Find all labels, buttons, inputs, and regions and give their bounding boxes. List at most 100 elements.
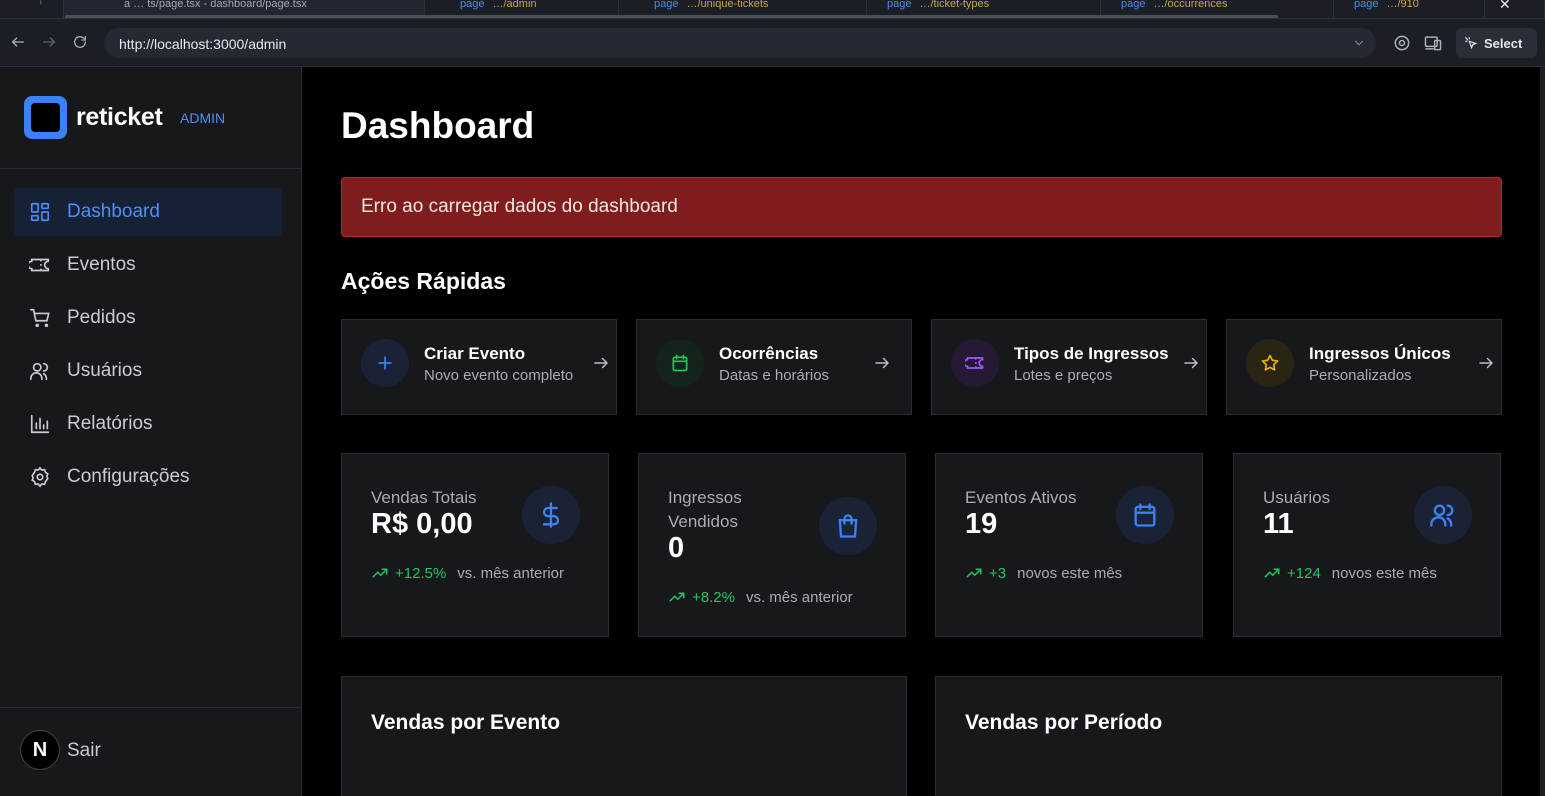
reload-button[interactable]: [70, 32, 90, 52]
quick-action-ingressos-unicos[interactable]: Ingressos Únicos Personalizados: [1226, 319, 1502, 415]
bar-chart-icon: [30, 414, 50, 434]
browser-tab[interactable]: page …/910: [1334, 0, 1485, 18]
quick-action-tipos-ingressos[interactable]: Tipos de Ingressos Lotes e preços: [931, 319, 1207, 415]
arrow-right-icon: [43, 37, 56, 47]
cart-icon: [30, 308, 50, 328]
page-scrollbar[interactable]: [1540, 67, 1545, 796]
sidebar-item-eventos[interactable]: Eventos: [14, 241, 282, 289]
stat-label: Ingressos Vendidos: [668, 488, 742, 531]
stat-label: Usuários: [1263, 488, 1331, 507]
panel-title: Vendas por Evento: [371, 711, 561, 734]
close-tab-button[interactable]: ✕: [1485, 0, 1545, 18]
gear-icon: [31, 466, 49, 488]
sidebar-footer: N Sair: [0, 707, 301, 796]
quick-action-ocorrencias[interactable]: Ocorrências Datas e horários: [636, 319, 912, 415]
users-icon: [30, 362, 49, 381]
stat-card-usuarios: Usuários 11 +124 novos este mês: [1233, 453, 1501, 637]
trend-value: +3: [989, 564, 1007, 582]
sidebar-nav: Dashboard Eventos Pedidos Usuários Relat…: [14, 188, 282, 506]
logo[interactable]: [24, 96, 67, 139]
back-button[interactable]: [8, 32, 28, 52]
stat-label: Vendas Totais: [371, 488, 477, 507]
trend-value: +12.5%: [395, 564, 447, 582]
chevron-down-icon[interactable]: [1352, 36, 1366, 50]
arrow-left-icon: [11, 37, 24, 47]
sidebar-item-relatorios[interactable]: Relatórios: [14, 400, 282, 448]
quick-action-title: Ingressos Únicos: [1309, 344, 1451, 363]
star-icon: [1246, 339, 1294, 387]
trend-text: vs. mês anterior: [457, 564, 564, 582]
main-content: Dashboard Erro ao carregar dados do dash…: [302, 67, 1540, 796]
logout-button[interactable]: Sair: [67, 740, 101, 762]
arrow-right-icon: [875, 357, 890, 369]
quick-action-subtitle: Lotes e preços: [1014, 367, 1113, 384]
reload-icon: [74, 36, 86, 48]
trending-up-icon: [966, 568, 982, 578]
browser-tab-strip: ˡ a … ts/page.tsx - dashboard/page.tsx p…: [0, 0, 1545, 19]
browser-tab[interactable]: ˡ: [0, 0, 64, 18]
trend-text: novos este mês: [1331, 564, 1437, 582]
sales-by-event-panel: Vendas por Evento: [341, 676, 907, 796]
plus-icon: [361, 339, 409, 387]
sidebar-item-label: Usuários: [67, 360, 142, 381]
brand: reticket ADMIN: [0, 67, 301, 169]
sidebar-item-label: Relatórios: [67, 413, 153, 434]
stat-trend: +124 novos este mês: [1263, 564, 1437, 582]
stat-value: 19: [965, 508, 998, 540]
stat-card-vendas-totais: Vendas Totais R$ 0,00 +12.5% vs. mês ant…: [341, 453, 609, 637]
cursor-select-icon: [1465, 37, 1478, 50]
sidebar-item-label: Dashboard: [67, 201, 160, 222]
sidebar-item-label: Eventos: [67, 254, 136, 275]
users-icon: [1414, 486, 1472, 544]
quick-action-subtitle: Personalizados: [1309, 367, 1412, 384]
avatar[interactable]: N: [20, 730, 60, 770]
sidebar-item-dashboard[interactable]: Dashboard: [14, 188, 282, 236]
trending-up-icon: [669, 592, 685, 602]
trend-value: +8.2%: [692, 588, 735, 606]
dollar-icon: [522, 486, 580, 544]
sidebar: reticket ADMIN Dashboard Eventos Pedidos…: [0, 67, 302, 796]
url-text: http://localhost:3000/admin: [119, 36, 287, 52]
shopping-bag-icon: [819, 497, 877, 555]
sidebar-item-usuarios[interactable]: Usuários: [14, 347, 282, 395]
error-alert: Erro ao carregar dados do dashboard: [341, 177, 1502, 237]
brand-name: reticket: [76, 103, 163, 131]
trend-value: +124: [1287, 564, 1321, 582]
address-bar: http://localhost:3000/admin Select: [0, 19, 1545, 67]
stat-trend: +8.2% vs. mês anterior: [668, 588, 853, 606]
page-title: Dashboard: [341, 105, 535, 146]
stat-value: R$ 0,00: [371, 508, 473, 540]
stat-card-eventos-ativos: Eventos Ativos 19 +3 novos este mês: [935, 453, 1203, 637]
url-field[interactable]: http://localhost:3000/admin: [104, 28, 1376, 58]
trend-text: novos este mês: [1017, 564, 1123, 582]
stat-trend: +12.5% vs. mês anterior: [371, 564, 564, 582]
calendar-icon: [1116, 486, 1174, 544]
quick-actions-heading: Ações Rápidas: [341, 268, 506, 294]
trending-up-icon: [1264, 568, 1280, 578]
device-icon[interactable]: [1423, 33, 1443, 53]
quick-action-subtitle: Datas e horários: [719, 367, 830, 384]
tab-scrollbar[interactable]: [65, 15, 1278, 18]
forward-button[interactable]: [39, 32, 59, 52]
calendar-icon: [656, 339, 704, 387]
quick-action-title: Tipos de Ingressos: [1014, 344, 1169, 363]
sidebar-item-configuracoes[interactable]: Configurações: [14, 453, 282, 501]
quick-action-criar-evento[interactable]: Criar Evento Novo evento completo: [341, 319, 617, 415]
dashboard-icon: [30, 202, 50, 222]
trend-text: vs. mês anterior: [745, 588, 853, 606]
stat-value: 11: [1263, 508, 1294, 540]
compass-icon[interactable]: [1392, 33, 1412, 53]
arrow-right-icon: [594, 357, 609, 369]
quick-action-subtitle: Novo evento completo: [424, 367, 574, 384]
stat-label: Eventos Ativos: [965, 488, 1077, 507]
stat-card-ingressos-vendidos: Ingressos Vendidos 0 +8.2% vs. mês anter…: [638, 453, 906, 637]
admin-badge: ADMIN: [180, 110, 226, 126]
quick-action-title: Criar Evento: [424, 344, 526, 363]
select-button[interactable]: Select: [1456, 28, 1537, 58]
stat-trend: +3 novos este mês: [965, 564, 1122, 582]
arrow-right-icon: [1479, 357, 1494, 369]
ticket-icon: [29, 258, 50, 272]
quick-action-title: Ocorrências: [719, 344, 819, 363]
trending-up-icon: [372, 568, 388, 578]
sidebar-item-pedidos[interactable]: Pedidos: [14, 294, 282, 342]
